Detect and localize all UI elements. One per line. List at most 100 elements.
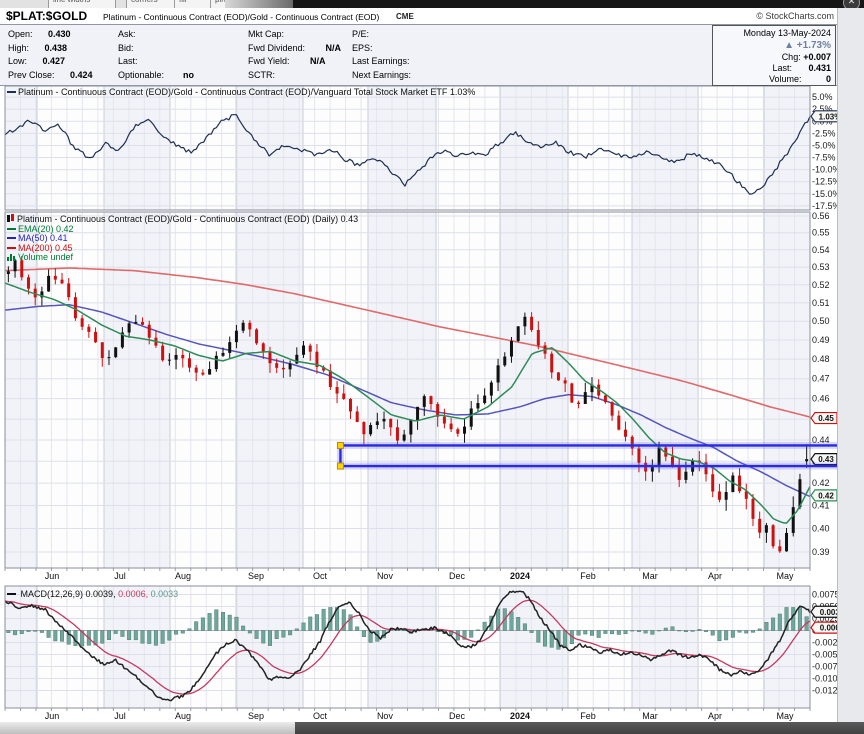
x-axis-label: May [776, 711, 794, 721]
price-callout: 0.42 [810, 489, 838, 502]
toolbar-button-corners[interactable]: corners [126, 0, 178, 8]
svg-text:0.0006: 0.0006 [820, 624, 837, 633]
x-axis-label: Dec [449, 711, 466, 721]
quote-value: 0.438 [44, 42, 68, 53]
x-axis-label: Sep [248, 711, 264, 721]
x-axis-label: Sep [248, 571, 264, 581]
y-axis-label: 0.41 [812, 501, 830, 511]
svg-text:0.42: 0.42 [818, 491, 834, 500]
y-axis-label: 0.50 [812, 316, 830, 326]
chart-svg: 5.0%2.5%0.0%-2.5%-5.0%-7.5%-10.0%-12.5%-… [4, 85, 850, 721]
perf-panel-legend: Platinum - Continuous Contract (EOD)/Gol… [7, 87, 475, 98]
price-panel-legend: Platinum - Continuous Contract (EOD)/Gol… [7, 214, 358, 263]
x-axis-label: Oct [313, 711, 328, 721]
y-axis-label: -17.5% [812, 201, 837, 211]
y-axis-label: -12.5% [812, 177, 837, 187]
y-axis-label: -0.0125 [812, 686, 837, 696]
svg-text:1.03%: 1.03% [819, 112, 837, 121]
x-axis-label: Oct [313, 571, 328, 581]
quote-label: SCTR: [248, 69, 275, 80]
price-callout: 0.0039 [810, 605, 850, 618]
y-axis-label: -15.0% [812, 189, 837, 199]
y-axis-label: -2.5% [812, 128, 836, 138]
y-axis-label: 0.54 [812, 245, 830, 255]
annotation-handle[interactable] [336, 441, 344, 449]
y-axis-label: -0.0025 [812, 638, 837, 648]
close-button[interactable]: ✕ [843, 0, 860, 8]
chart-canvas: 5.0%2.5%0.0%-2.5%-5.0%-7.5%-10.0%-12.5%-… [0, 85, 850, 722]
x-axis-label: 2024 [510, 711, 530, 721]
x-axis-label: Jun [45, 711, 60, 721]
symbol-description: Platinum - Continuous Contract (EOD)/Gol… [103, 12, 380, 22]
change-percent: ▲ +1.73% [784, 40, 831, 51]
volume-bars-icon [7, 253, 16, 261]
quote-label: Last: [118, 56, 138, 66]
last-row: Last: 0.431 [772, 63, 831, 73]
candlestick-icon [7, 214, 15, 223]
change-row: Chg: +0.007 [781, 52, 831, 62]
quote-value: N/A [310, 56, 326, 66]
y-axis-label: 0.42 [812, 478, 830, 488]
exchange-label: CME [396, 12, 414, 21]
x-axis-label: Nov [377, 571, 394, 581]
last-trade-box: Monday 13-May-2024 ▲ +1.73% Chg: +0.007 … [712, 25, 836, 86]
toolbar-gradient [225, 0, 293, 8]
quote-label: Fwd Dividend: [248, 42, 306, 53]
up-arrow-icon: ▲ [784, 40, 795, 51]
y-axis-label: 0.55 [812, 228, 830, 238]
toolbar-black-strip [293, 0, 864, 8]
x-axis-label: Jun [45, 571, 60, 581]
y-axis-label: -5.0% [812, 140, 836, 150]
x-axis-label: Apr [708, 571, 722, 581]
price-callout: 0.45 [810, 411, 838, 425]
x-axis-label: Mar [642, 571, 658, 581]
x-axis-label: Jul [114, 571, 126, 581]
quote-value: 0.427 [42, 56, 66, 66]
toolbar-button-line-widths[interactable]: line widths [48, 0, 116, 8]
y-axis-label: 0.39 [812, 547, 830, 557]
ma200-swatch-icon [7, 246, 16, 249]
quote-label: EPS: [352, 42, 373, 53]
x-axis-label: 2024 [510, 571, 530, 581]
quote-label: Prev Close: [8, 69, 55, 80]
y-axis-label: -7.5% [812, 153, 836, 163]
quote-label: Optionable: [118, 69, 165, 80]
y-axis-label: -0.0075 [812, 662, 837, 672]
y-axis-label: 0.48 [812, 354, 830, 364]
quote-label: Ask: [118, 29, 136, 39]
toolbar-button-fill[interactable]: fill [174, 0, 214, 8]
quote-label: Fwd Yield: [248, 56, 290, 66]
x-axis-label: Feb [580, 711, 596, 721]
y-axis-label: -0.0100 [812, 674, 837, 684]
chart-sheet: $PLAT:$GOLD Platinum - Continuous Contra… [0, 8, 850, 722]
annotation-toolbar: line widthscornersfillpin ✕ [0, 0, 864, 8]
y-axis-label: 0.53 [812, 262, 830, 272]
svg-text:0.45: 0.45 [818, 414, 834, 423]
x-axis-label: May [776, 571, 794, 581]
annotation-handle[interactable] [336, 462, 344, 470]
x-axis-label: Aug [175, 571, 191, 581]
x-axis-label: Apr [708, 711, 722, 721]
ema-swatch-icon [7, 227, 16, 230]
x-axis-label: Nov [377, 711, 394, 721]
chart-header: $PLAT:$GOLD Platinum - Continuous Contra… [0, 8, 837, 24]
x-axis-label: Jul [114, 711, 126, 721]
line-swatch-icon [7, 91, 16, 93]
volume-row: Volume: 0 [768, 74, 831, 84]
svg-text:0.0039: 0.0039 [820, 608, 837, 617]
copyright: © StockCharts.com [756, 11, 834, 21]
quote-label: Low: [8, 56, 28, 66]
quote-value: N/A [325, 42, 342, 53]
y-axis-label: 0.40 [812, 523, 830, 533]
scrollbar-thumb[interactable] [295, 722, 864, 734]
x-axis-label: Dec [449, 571, 466, 581]
macd-swatch-icon [7, 593, 16, 595]
y-axis-label: 0.52 [812, 280, 830, 290]
horizontal-scrollbar[interactable] [0, 722, 864, 734]
y-axis-label: 0.0075 [812, 590, 837, 600]
y-axis-label: -0.0050 [812, 650, 837, 660]
right-gutter [837, 8, 864, 722]
quote-label: Mkt Cap: [248, 29, 285, 39]
quote-col-bidask: Ask: Bid: Last: Optionable: no [118, 28, 194, 82]
quote-col-fundamental: Mkt Cap: Fwd Dividend: N/A Fwd Yield: N/A SCT… [248, 28, 341, 82]
